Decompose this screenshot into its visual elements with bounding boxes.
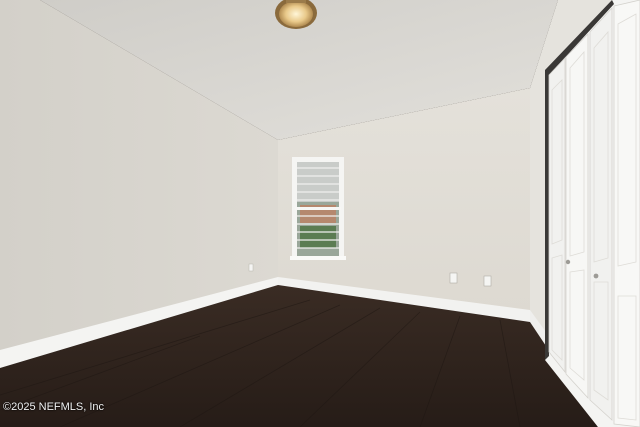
room-photo: ©2025 NEFMLS, Inc bbox=[0, 0, 640, 427]
outlet-icon bbox=[483, 275, 492, 287]
window-blinds-icon bbox=[290, 157, 346, 260]
outlet-icon bbox=[248, 263, 254, 272]
photo-watermark: ©2025 NEFMLS, Inc bbox=[3, 401, 105, 413]
outlet-icon bbox=[449, 272, 458, 284]
closet-doors bbox=[545, 0, 640, 427]
